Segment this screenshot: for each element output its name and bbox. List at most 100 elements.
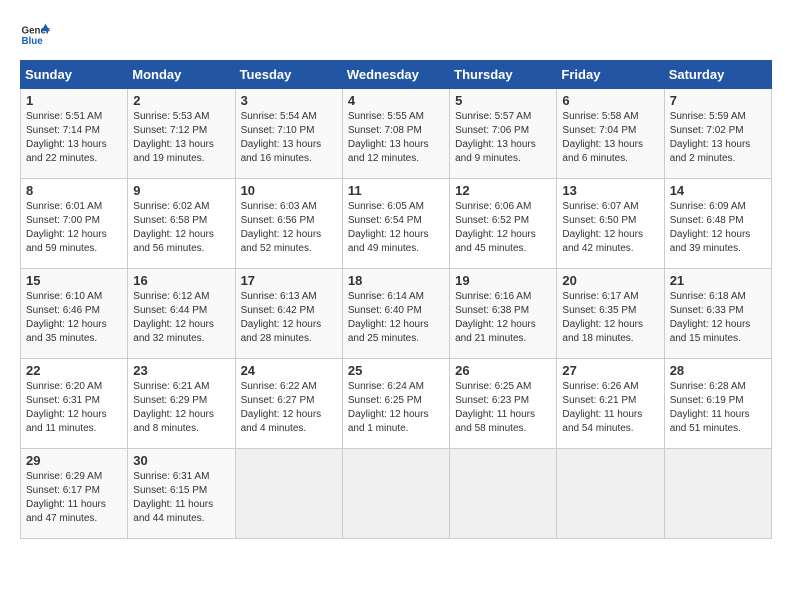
day-number: 5 <box>455 93 551 108</box>
day-info: Sunrise: 6:17 AM Sunset: 6:35 PM Dayligh… <box>562 290 658 346</box>
day-info: Sunrise: 6:18 AM Sunset: 6:33 PM Dayligh… <box>670 290 766 346</box>
day-number: 20 <box>562 273 658 288</box>
calendar-cell: 7 Sunrise: 5:59 AM Sunset: 7:02 PM Daylig… <box>664 89 771 179</box>
day-number: 10 <box>241 183 337 198</box>
day-info: Sunrise: 6:16 AM Sunset: 6:38 PM Dayligh… <box>455 290 551 346</box>
day-number: 22 <box>26 363 122 378</box>
day-info: Sunrise: 6:06 AM Sunset: 6:52 PM Dayligh… <box>455 200 551 256</box>
day-info: Sunrise: 5:55 AM Sunset: 7:08 PM Dayligh… <box>348 110 444 166</box>
day-number: 18 <box>348 273 444 288</box>
calendar-cell: 14 Sunrise: 6:09 AM Sunset: 6:48 PM Dayli… <box>664 179 771 269</box>
day-info: Sunrise: 6:29 AM Sunset: 6:17 PM Dayligh… <box>26 470 122 526</box>
calendar-cell: 13 Sunrise: 6:07 AM Sunset: 6:50 PM Dayli… <box>557 179 664 269</box>
calendar-cell: 16 Sunrise: 6:12 AM Sunset: 6:44 PM Dayli… <box>128 269 235 359</box>
weekday-header-saturday: Saturday <box>664 61 771 89</box>
calendar-cell <box>557 449 664 539</box>
day-number: 25 <box>348 363 444 378</box>
weekday-header-friday: Friday <box>557 61 664 89</box>
calendar-cell: 18 Sunrise: 6:14 AM Sunset: 6:40 PM Dayli… <box>342 269 449 359</box>
day-number: 19 <box>455 273 551 288</box>
day-info: Sunrise: 5:54 AM Sunset: 7:10 PM Dayligh… <box>241 110 337 166</box>
day-info: Sunrise: 5:51 AM Sunset: 7:14 PM Dayligh… <box>26 110 122 166</box>
day-number: 12 <box>455 183 551 198</box>
weekday-header-sunday: Sunday <box>21 61 128 89</box>
day-number: 7 <box>670 93 766 108</box>
calendar-cell: 22 Sunrise: 6:20 AM Sunset: 6:31 PM Dayli… <box>21 359 128 449</box>
calendar-cell <box>664 449 771 539</box>
day-number: 4 <box>348 93 444 108</box>
calendar-cell: 15 Sunrise: 6:10 AM Sunset: 6:46 PM Dayli… <box>21 269 128 359</box>
calendar-cell: 12 Sunrise: 6:06 AM Sunset: 6:52 PM Dayli… <box>450 179 557 269</box>
day-info: Sunrise: 6:22 AM Sunset: 6:27 PM Dayligh… <box>241 380 337 436</box>
day-info: Sunrise: 6:31 AM Sunset: 6:15 PM Dayligh… <box>133 470 229 526</box>
calendar-cell <box>450 449 557 539</box>
day-number: 2 <box>133 93 229 108</box>
day-info: Sunrise: 6:10 AM Sunset: 6:46 PM Dayligh… <box>26 290 122 346</box>
calendar-cell: 3Sunrise: 5:54 AM Sunset: 7:10 PM Daylig… <box>235 89 342 179</box>
weekday-header-monday: Monday <box>128 61 235 89</box>
calendar-cell: 4 Sunrise: 5:55 AM Sunset: 7:08 PM Daylig… <box>342 89 449 179</box>
day-number: 16 <box>133 273 229 288</box>
day-number: 13 <box>562 183 658 198</box>
weekday-header-tuesday: Tuesday <box>235 61 342 89</box>
day-number: 21 <box>670 273 766 288</box>
day-number: 23 <box>133 363 229 378</box>
day-info: Sunrise: 6:25 AM Sunset: 6:23 PM Dayligh… <box>455 380 551 436</box>
day-info: Sunrise: 6:26 AM Sunset: 6:21 PM Dayligh… <box>562 380 658 436</box>
calendar-cell: 2 Sunrise: 5:53 AM Sunset: 7:12 PM Daylig… <box>128 89 235 179</box>
svg-text:Blue: Blue <box>22 36 44 47</box>
calendar-cell: 6 Sunrise: 5:58 AM Sunset: 7:04 PM Daylig… <box>557 89 664 179</box>
day-number: 30 <box>133 453 229 468</box>
calendar-week-1: 1 Sunrise: 5:51 AM Sunset: 7:14 PM Daylig… <box>21 89 772 179</box>
calendar-week-5: 29 Sunrise: 6:29 AM Sunset: 6:17 PM Dayli… <box>21 449 772 539</box>
day-info: Sunrise: 6:01 AM Sunset: 7:00 PM Dayligh… <box>26 200 122 256</box>
day-info: Sunrise: 6:12 AM Sunset: 6:44 PM Dayligh… <box>133 290 229 346</box>
calendar-cell: 1 Sunrise: 5:51 AM Sunset: 7:14 PM Daylig… <box>21 89 128 179</box>
calendar-cell: 24 Sunrise: 6:22 AM Sunset: 6:27 PM Dayli… <box>235 359 342 449</box>
calendar-cell: 26Sunrise: 6:25 AM Sunset: 6:23 PM Dayli… <box>450 359 557 449</box>
day-number: 24 <box>241 363 337 378</box>
day-number: 17 <box>241 273 337 288</box>
calendar-cell: 19 Sunrise: 6:16 AM Sunset: 6:38 PM Dayli… <box>450 269 557 359</box>
day-info: Sunrise: 6:14 AM Sunset: 6:40 PM Dayligh… <box>348 290 444 346</box>
calendar-cell <box>235 449 342 539</box>
day-info: Sunrise: 6:02 AM Sunset: 6:58 PM Dayligh… <box>133 200 229 256</box>
day-number: 14 <box>670 183 766 198</box>
logo-icon: General Blue <box>20 20 50 50</box>
day-info: Sunrise: 6:07 AM Sunset: 6:50 PM Dayligh… <box>562 200 658 256</box>
day-number: 1 <box>26 93 122 108</box>
day-info: Sunrise: 6:09 AM Sunset: 6:48 PM Dayligh… <box>670 200 766 256</box>
day-info: Sunrise: 5:53 AM Sunset: 7:12 PM Dayligh… <box>133 110 229 166</box>
calendar-week-4: 22 Sunrise: 6:20 AM Sunset: 6:31 PM Dayli… <box>21 359 772 449</box>
day-number: 6 <box>562 93 658 108</box>
day-info: Sunrise: 5:57 AM Sunset: 7:06 PM Dayligh… <box>455 110 551 166</box>
calendar-cell: 27Sunrise: 6:26 AM Sunset: 6:21 PM Dayli… <box>557 359 664 449</box>
day-info: Sunrise: 5:58 AM Sunset: 7:04 PM Dayligh… <box>562 110 658 166</box>
calendar-cell: 20 Sunrise: 6:17 AM Sunset: 6:35 PM Dayli… <box>557 269 664 359</box>
day-info: Sunrise: 6:20 AM Sunset: 6:31 PM Dayligh… <box>26 380 122 436</box>
calendar-week-3: 15 Sunrise: 6:10 AM Sunset: 6:46 PM Dayli… <box>21 269 772 359</box>
calendar-cell: 11Sunrise: 6:05 AM Sunset: 6:54 PM Dayli… <box>342 179 449 269</box>
calendar-cell: 28Sunrise: 6:28 AM Sunset: 6:19 PM Dayli… <box>664 359 771 449</box>
day-info: Sunrise: 6:24 AM Sunset: 6:25 PM Dayligh… <box>348 380 444 436</box>
weekday-header-wednesday: Wednesday <box>342 61 449 89</box>
calendar-week-2: 8 Sunrise: 6:01 AM Sunset: 7:00 PM Daylig… <box>21 179 772 269</box>
calendar-table: SundayMondayTuesdayWednesdayThursdayFrid… <box>20 60 772 539</box>
day-info: Sunrise: 6:13 AM Sunset: 6:42 PM Dayligh… <box>241 290 337 346</box>
logo: General Blue <box>20 20 50 50</box>
day-number: 29 <box>26 453 122 468</box>
day-number: 11 <box>348 183 444 198</box>
calendar-cell: 9 Sunrise: 6:02 AM Sunset: 6:58 PM Daylig… <box>128 179 235 269</box>
day-number: 8 <box>26 183 122 198</box>
day-info: Sunrise: 5:59 AM Sunset: 7:02 PM Dayligh… <box>670 110 766 166</box>
header: General Blue <box>20 20 772 50</box>
calendar-cell: 8 Sunrise: 6:01 AM Sunset: 7:00 PM Daylig… <box>21 179 128 269</box>
calendar-cell: 17 Sunrise: 6:13 AM Sunset: 6:42 PM Dayli… <box>235 269 342 359</box>
day-number: 15 <box>26 273 122 288</box>
calendar-cell: 29 Sunrise: 6:29 AM Sunset: 6:17 PM Dayli… <box>21 449 128 539</box>
day-number: 9 <box>133 183 229 198</box>
calendar-cell: 5 Sunrise: 5:57 AM Sunset: 7:06 PM Daylig… <box>450 89 557 179</box>
day-info: Sunrise: 6:21 AM Sunset: 6:29 PM Dayligh… <box>133 380 229 436</box>
day-info: Sunrise: 6:03 AM Sunset: 6:56 PM Dayligh… <box>241 200 337 256</box>
calendar-cell <box>342 449 449 539</box>
